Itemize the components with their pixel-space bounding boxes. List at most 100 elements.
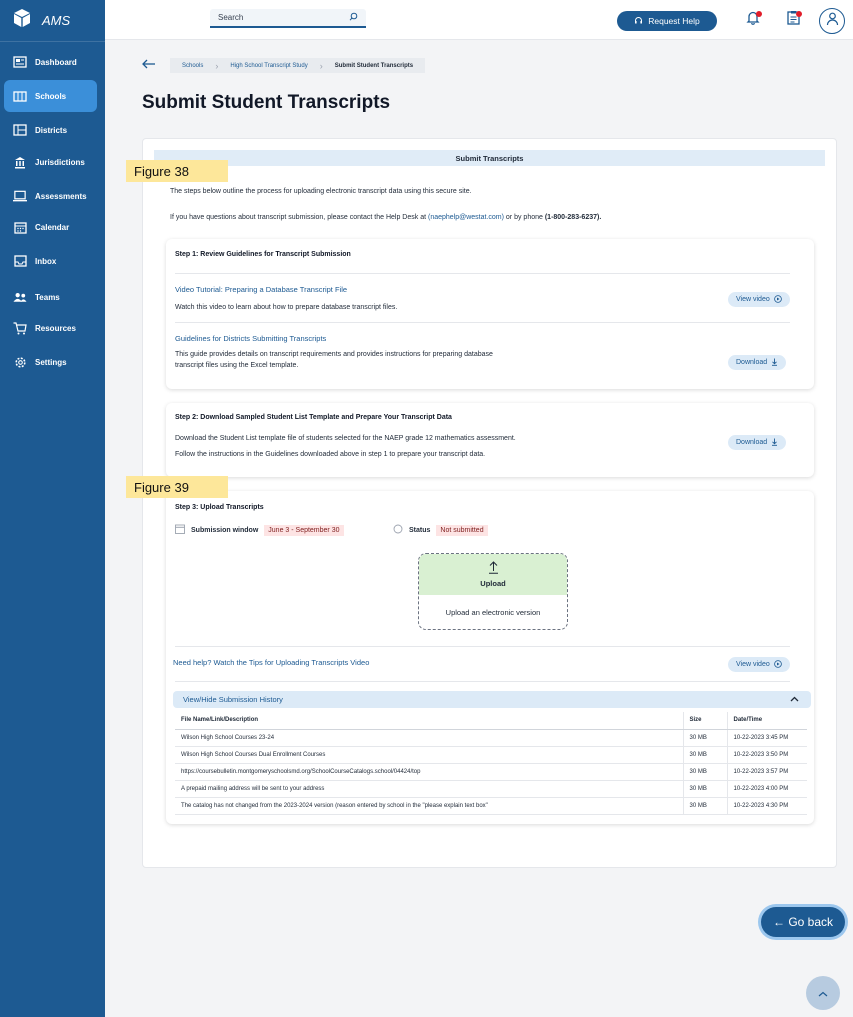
download-label: Download [736, 439, 768, 446]
headset-icon [634, 16, 643, 27]
submission-history-toggle[interactable]: View/Hide Submission History [173, 691, 811, 708]
tasks-button[interactable] [783, 10, 803, 30]
intro-text: The steps below outline the process for … [170, 188, 472, 195]
back-arrow-icon[interactable] [142, 56, 156, 72]
upload-desc: Upload an electronic version [445, 607, 541, 617]
upload-icon [488, 561, 499, 576]
cube-icon [12, 8, 32, 33]
scroll-to-top-button[interactable] [806, 976, 840, 1010]
view-video-button[interactable]: View video [728, 292, 790, 307]
figure-38-label: Figure 38 [126, 160, 228, 182]
column-header: File Name/Link/Description [175, 712, 683, 730]
cart-icon [13, 321, 27, 335]
play-icon [773, 294, 782, 305]
inbox-icon [13, 254, 27, 268]
sidebar-item-resources[interactable]: Resources [4, 312, 97, 344]
step2-desc: Download the Student List template file … [175, 434, 516, 460]
divider [175, 273, 790, 274]
step3-title: Step 3: Upload Transcripts [175, 504, 264, 511]
sidebar-item-schools[interactable]: Schools [4, 80, 97, 112]
app-logo[interactable]: AMS [0, 0, 105, 42]
status-label: Status [409, 526, 431, 534]
step1-card: Step 1: Review Guidelines for Transcript… [166, 239, 814, 389]
file-link-cell[interactable]: https://coursebulletin.montgomeryschools… [175, 763, 683, 781]
size-cell: 30 MB [682, 780, 727, 798]
file-name-cell: Wilson High School Courses Dual Enrollme… [175, 746, 683, 764]
page-title: Submit Student Transcripts [142, 92, 391, 113]
breadcrumb-current: Submit Student Transcripts [334, 62, 414, 69]
upload-tips-video-link[interactable]: Need help? Watch the Tips for Uploading … [173, 658, 369, 667]
request-help-label: Request Help [648, 16, 700, 26]
date-cell: 10-22-2023 3:57 PM [726, 763, 807, 781]
breadcrumb: Schools › High School Transcript Study ›… [170, 58, 426, 73]
date-cell: 10-22-2023 4:30 PM [726, 797, 807, 815]
sidebar-item-districts[interactable]: Districts [4, 114, 97, 146]
sidebar-item-label: Inbox [35, 256, 57, 266]
file-name-cell: A prepaid mailing address will be sent t… [175, 780, 683, 798]
teams-icon [13, 290, 27, 304]
calendar-icon [175, 524, 185, 536]
request-help-button[interactable]: Request Help [617, 11, 717, 31]
submission-history-table: File Name/Link/Description Size Date/Tim… [175, 712, 807, 815]
date-cell: 10-22-2023 4:00 PM [726, 780, 807, 798]
video-tutorial-link[interactable]: Video Tutorial: Preparing a Database Tra… [175, 285, 347, 294]
schools-icon [13, 89, 27, 103]
sidebar: AMS Dashboard Schools Districts Jurisdic… [0, 0, 105, 1017]
dashboard-icon [13, 55, 27, 69]
view-video-label: View video [736, 661, 770, 668]
download-label: Download [736, 359, 768, 366]
file-name-cell: The catalog has not changed from the 202… [175, 797, 683, 815]
search-icon [349, 12, 358, 23]
sidebar-item-assessments[interactable]: Assessments [4, 180, 97, 212]
column-header: Date/Time [726, 712, 807, 730]
download-template-button[interactable]: Download [728, 435, 787, 450]
jurisdictions-icon [13, 155, 27, 169]
sidebar-item-label: Resources [35, 323, 76, 333]
sidebar-item-label: Jurisdictions [35, 157, 85, 167]
breadcrumb-schools[interactable]: Schools [170, 58, 215, 73]
avatar[interactable] [819, 8, 845, 34]
top-bar: Search Request Help [105, 0, 853, 40]
notifications-button[interactable] [743, 10, 763, 30]
search-input[interactable]: Search [210, 9, 366, 28]
table-row: Wilson High School Courses 23-24 30 MB 1… [175, 729, 807, 747]
notification-badge [756, 11, 762, 17]
search-placeholder: Search [218, 13, 244, 22]
guidelines-link[interactable]: Guidelines for Districts Submitting Tran… [175, 334, 326, 343]
tasks-badge [796, 11, 802, 17]
upload-dropzone[interactable]: Upload Upload an electronic version [418, 553, 568, 630]
help-phone: (1-800-283-6237). [544, 214, 602, 221]
sidebar-item-settings[interactable]: Settings [4, 346, 97, 378]
sidebar-item-teams[interactable]: Teams [4, 281, 97, 313]
guidelines-desc: This guide provides details on transcrip… [175, 350, 493, 371]
submission-window-label: Submission window [191, 526, 259, 534]
sidebar-item-jurisdictions[interactable]: Jurisdictions [4, 146, 97, 178]
sidebar-item-label: Teams [35, 292, 60, 302]
view-video-label: View video [736, 296, 770, 303]
table-row: Wilson High School Courses Dual Enrollme… [175, 746, 807, 764]
download-icon [771, 358, 778, 368]
contact-prefix: If you have questions about transcript s… [170, 214, 428, 221]
size-cell: 30 MB [682, 746, 727, 764]
step1-title: Step 1: Review Guidelines for Transcript… [175, 251, 351, 258]
table-row: The catalog has not changed from the 202… [175, 797, 807, 815]
guidelines-desc-line: transcript files using the Excel templat… [175, 361, 299, 369]
submission-window-value: June 3 - September 30 [264, 524, 344, 536]
sidebar-item-label: Assessments [35, 191, 87, 201]
step2-desc-line: Download the Student List template file … [175, 435, 516, 442]
file-name-cell: Wilson High School Courses 23-24 [175, 729, 683, 747]
download-icon [771, 438, 778, 448]
divider [175, 646, 790, 647]
view-tips-video-button[interactable]: View video [728, 657, 790, 672]
breadcrumb-hsts[interactable]: High School Transcript Study [218, 58, 319, 73]
go-back-button[interactable]: ← Go back [761, 907, 845, 937]
download-guidelines-button[interactable]: Download [728, 355, 787, 370]
sidebar-item-dashboard[interactable]: Dashboard [4, 46, 97, 78]
date-cell: 10-22-2023 3:50 PM [726, 746, 807, 764]
sidebar-item-inbox[interactable]: Inbox [4, 245, 97, 277]
chevron-up-icon [818, 986, 828, 1000]
sidebar-item-calendar[interactable]: Calendar [4, 211, 97, 243]
size-cell: 30 MB [682, 729, 727, 747]
step2-desc-line: Follow the instructions in the Guideline… [175, 450, 486, 458]
help-email-link[interactable]: (naephelp@westat.com) [428, 214, 504, 221]
